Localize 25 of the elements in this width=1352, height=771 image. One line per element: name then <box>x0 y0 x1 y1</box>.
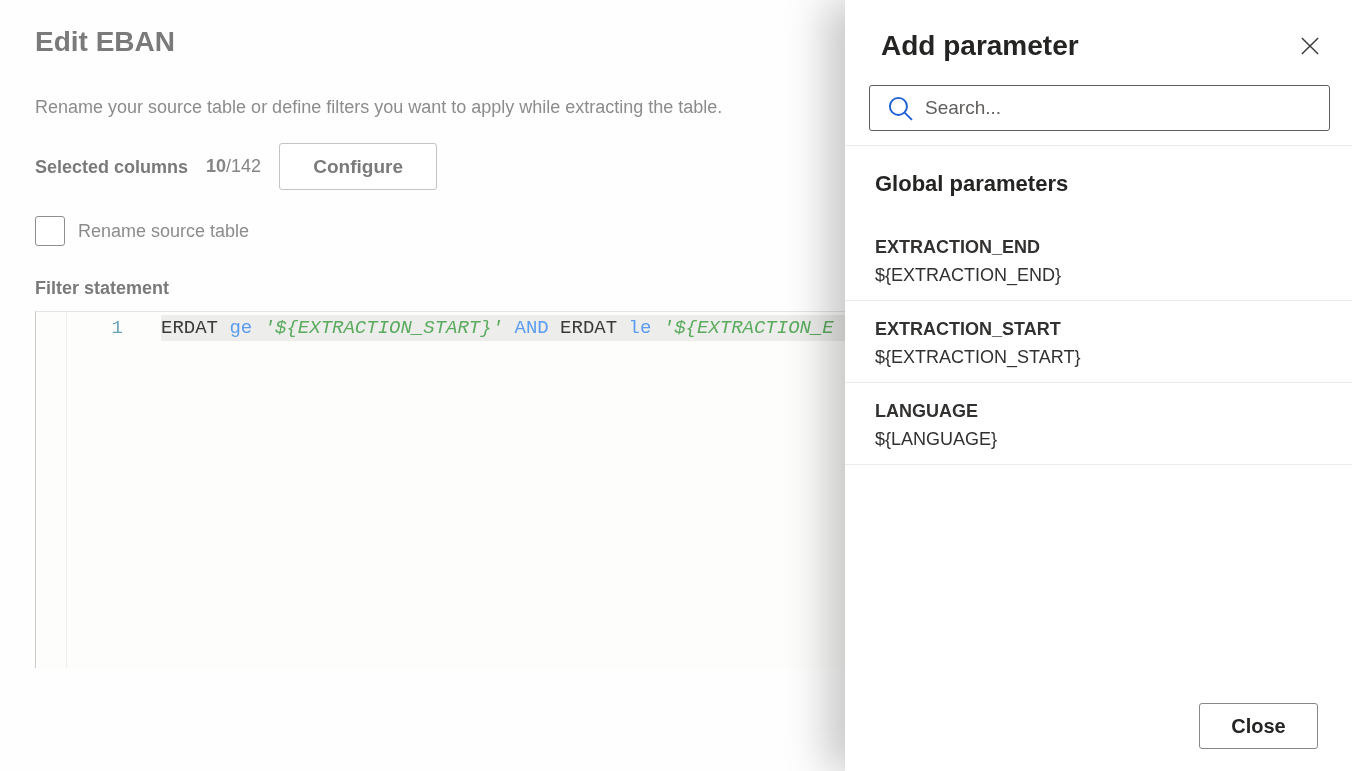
column-count: 10/142 <box>206 156 262 177</box>
close-icon[interactable] <box>1301 37 1319 55</box>
parameter-item[interactable]: EXTRACTION_START ${EXTRACTION_START} <box>845 301 1352 383</box>
selected-columns-label: Selected columns <box>35 155 189 179</box>
filter-statement-label: Filter statement <box>35 277 171 300</box>
parameter-value: ${EXTRACTION_END} <box>875 264 1063 288</box>
parameter-name: EXTRACTION_START <box>875 318 1062 341</box>
page-title: Edit EBAN <box>35 25 176 59</box>
line-number: 1 <box>110 316 124 341</box>
parameter-name: LANGUAGE <box>875 400 979 423</box>
search-icon <box>888 96 913 121</box>
parameter-value: ${LANGUAGE} <box>875 428 999 451</box>
parameter-item[interactable]: EXTRACTION_END ${EXTRACTION_END} <box>845 219 1352 301</box>
code-editor[interactable]: 1 ERDAT ge '${EXTRACTION_START}' AND ERDAT le '${EXTRACTION_E <box>35 311 845 668</box>
panel-title: Add parameter <box>881 29 1079 63</box>
parameter-value: ${EXTRACTION_START} <box>875 346 1082 370</box>
parameter-name: EXTRACTION_END <box>875 236 1041 259</box>
description-text: Rename your source table or define filters you want to apply while extracting the table. <box>35 96 724 119</box>
parameter-item[interactable]: LANGUAGE ${LANGUAGE} <box>845 383 1352 465</box>
section-title: Global parameters <box>845 145 1352 199</box>
rename-checkbox[interactable] <box>35 216 65 246</box>
close-button[interactable]: Close <box>1199 703 1318 749</box>
search-field[interactable]: Search... <box>869 85 1330 131</box>
configure-button[interactable]: Configure <box>279 143 438 190</box>
rename-checkbox-label: Rename source table <box>78 220 250 243</box>
